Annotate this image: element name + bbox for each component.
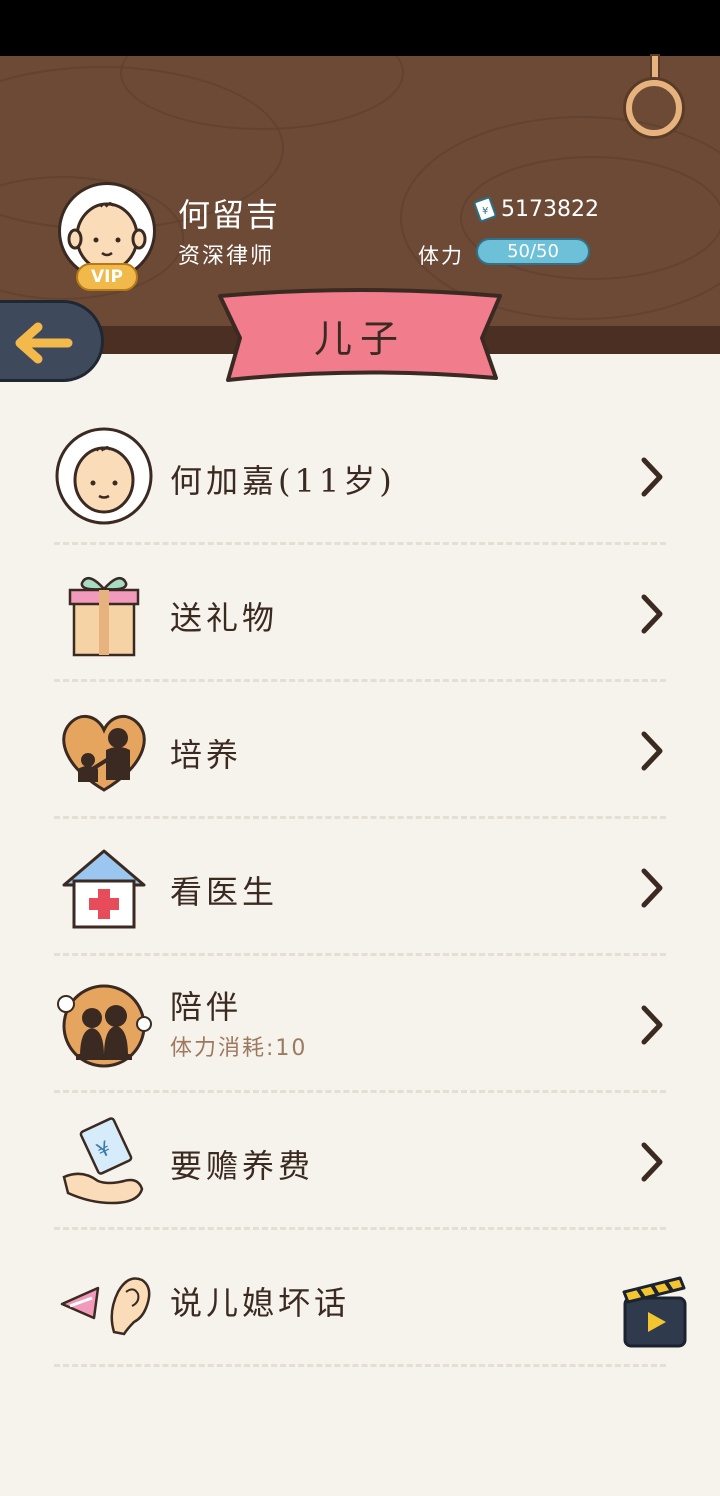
menu-label: 何加嘉(11岁) — [170, 462, 396, 500]
send-gift-item[interactable]: 送礼物 — [54, 545, 666, 682]
chevron-right-icon — [641, 1005, 663, 1045]
nurture-item[interactable]: 培养 — [54, 682, 666, 819]
menu-label: 陪伴 — [170, 988, 243, 1026]
money-hand-icon: ¥ — [62, 1117, 144, 1205]
back-button[interactable] — [0, 300, 104, 382]
menu-label: 培养 — [170, 736, 243, 774]
family-companion-icon — [57, 984, 152, 1068]
menu-label: 看医生 — [170, 873, 279, 911]
menu-list: 何加嘉(11岁) 送礼物 培养 看医生 陪伴 体力消耗:10 ¥ 要赡养费 说儿… — [54, 408, 687, 1367]
pull-ring-icon[interactable] — [626, 80, 682, 136]
stamina-cost-label: 体力消耗:10 — [170, 1036, 308, 1061]
gossip-ear-icon — [60, 1277, 151, 1336]
user-title: 资深律师 — [178, 244, 275, 269]
stamina-label: 体力 — [418, 244, 464, 268]
chevron-right-icon — [641, 731, 663, 771]
svg-text:¥: ¥ — [482, 206, 488, 217]
menu-label: 要赡养费 — [170, 1147, 315, 1185]
heart-parent-child-icon — [62, 715, 146, 792]
child-avatar-icon — [55, 427, 153, 525]
chevron-right-icon — [641, 868, 663, 908]
menu-label: 送礼物 — [170, 599, 279, 637]
money-amount: 5173822 — [501, 197, 599, 222]
banknote-icon: ¥ — [474, 196, 497, 222]
vip-badge: VIP — [76, 263, 138, 291]
chevron-right-icon — [641, 457, 663, 497]
video-ad-icon[interactable] — [622, 1274, 688, 1350]
hospital-icon — [62, 849, 146, 929]
request-support-item[interactable]: ¥ 要赡养费 — [54, 1093, 666, 1230]
status-bar — [0, 0, 720, 56]
child-profile-item[interactable]: 何加嘉(11岁) — [54, 408, 666, 545]
gossip-item[interactable]: 说儿媳坏话 — [54, 1230, 687, 1367]
companion-item[interactable]: 陪伴 体力消耗:10 — [54, 956, 666, 1093]
gift-icon — [68, 576, 140, 657]
arrow-left-icon — [15, 322, 73, 364]
stamina-bar: 50/50 — [476, 238, 590, 265]
see-doctor-item[interactable]: 看医生 — [54, 819, 666, 956]
user-name: 何留吉 — [178, 196, 281, 234]
menu-label: 说儿媳坏话 — [170, 1284, 351, 1322]
page-title: 儿子 — [313, 317, 406, 361]
chevron-right-icon — [641, 594, 663, 634]
chevron-right-icon — [641, 1142, 663, 1182]
